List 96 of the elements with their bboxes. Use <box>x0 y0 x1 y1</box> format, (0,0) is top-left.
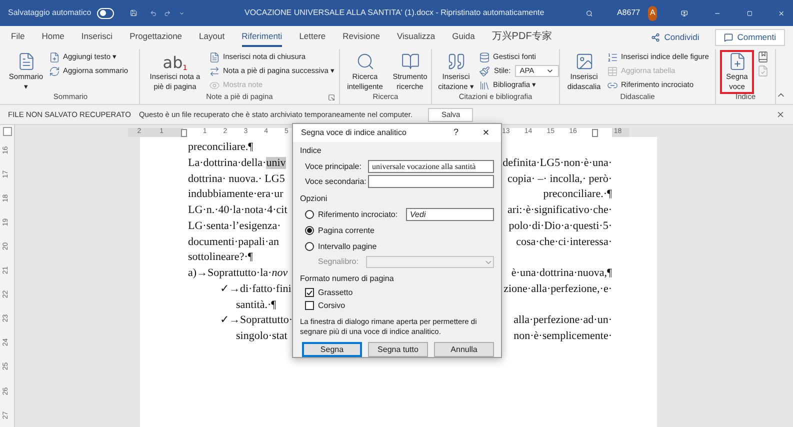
radio-button[interactable] <box>305 226 314 235</box>
document-text: è·una·dottrina·nuova,¶ <box>511 266 612 281</box>
user-name: A8677 <box>616 7 640 19</box>
document-text: santità.·¶ <box>236 298 276 312</box>
books-icon <box>479 80 490 90</box>
document-text: copia· –· incolla,· però· <box>508 172 612 186</box>
document-text: a)→Soprattutto·la·nov <box>188 266 288 281</box>
checkbox[interactable] <box>305 301 314 310</box>
section-label: Indice <box>300 145 322 157</box>
option-label: Corsivo <box>318 300 346 312</box>
document-text: indubbiamente·era·ur <box>188 187 284 202</box>
ribbon-tab[interactable]: Progettazione <box>130 28 182 46</box>
search-icon[interactable] <box>586 8 593 18</box>
dialog-title: Segna voce di indice analitico <box>301 127 408 139</box>
cross-reference-field[interactable]: Vedi <box>406 208 494 221</box>
field-label: Voce principale: <box>305 160 362 172</box>
ribbon-icon-button[interactable] <box>757 50 769 64</box>
ribbon-tab[interactable]: Visualizza <box>396 28 436 46</box>
brush-icon <box>479 66 490 76</box>
document-text: alla·perfezione·ad·un· <box>514 313 612 328</box>
field-label: Voce secondaria: <box>305 176 368 188</box>
ribbon-tab[interactable]: Layout <box>199 28 225 46</box>
dialog-button[interactable]: Segna <box>302 342 362 357</box>
bookmark-icon <box>757 51 769 63</box>
add-page-icon <box>728 52 746 71</box>
document-icon <box>209 52 220 62</box>
document-text: zione·alla·perfezione,·e· <box>504 282 612 297</box>
comments-button[interactable]: Commenti <box>715 28 785 46</box>
chevron-icon <box>546 67 554 75</box>
section-label: Formato numero di pagina <box>300 273 395 285</box>
maximize-icon[interactable] <box>746 8 752 18</box>
share-button[interactable]: Condividi <box>643 29 708 45</box>
page-check-icon <box>757 65 769 77</box>
document-text: ari:·è·significativo·che· <box>508 203 612 218</box>
dialog-button[interactable]: Annulla <box>434 342 494 357</box>
document-text: preconciliare.·¶ <box>543 187 612 202</box>
add-page-icon <box>49 52 60 62</box>
document-text: dottrina· nuova.· LG5 <box>188 172 285 186</box>
option-label: Riferimento incrociato: <box>318 208 399 220</box>
radio-button[interactable] <box>305 242 314 251</box>
close-button[interactable]: × <box>479 124 493 142</box>
field-label: Segnalibro: <box>318 256 360 268</box>
search-icon <box>356 52 374 71</box>
ribbon-tab[interactable]: File <box>11 28 25 46</box>
close-icon[interactable] <box>776 110 785 119</box>
document-text: definita·LG5·non·è·una· <box>502 156 612 171</box>
list-icon <box>607 52 618 62</box>
ribbon-tab[interactable]: Revisione <box>342 28 380 46</box>
ribbon-display-icon[interactable] <box>681 8 688 18</box>
dialog-button[interactable]: Segna tutto <box>368 342 428 357</box>
main-entry-field[interactable]: universale vocazione alla santità <box>368 160 494 173</box>
refresh-icon <box>49 66 60 76</box>
book-icon <box>400 52 420 71</box>
ribbon-tab[interactable]: Inserisci <box>81 28 113 46</box>
document-text: preconciliare.¶ <box>188 140 254 155</box>
share-icon <box>651 32 660 42</box>
database-icon <box>479 52 490 62</box>
document-text: non·è·semplicemente· <box>514 329 612 344</box>
arrows-icon <box>209 66 220 76</box>
document-text: ✓→Soprattutto· <box>220 313 293 328</box>
document-text: sottolineare?·¶ <box>188 250 253 266</box>
indent-marker-icon[interactable] <box>180 128 187 136</box>
option-label: Intervallo pagine <box>318 240 378 252</box>
ribbon-tab[interactable]: Guida <box>452 28 475 46</box>
comment-icon <box>724 32 734 42</box>
tab-selector-icon[interactable] <box>2 127 12 136</box>
ribbon-tab[interactable]: Lettere <box>299 28 326 46</box>
quote-icon <box>446 52 466 71</box>
document-text: singolo·stat <box>236 329 288 344</box>
document-text: cosa·che·ci·interessa· <box>516 234 612 250</box>
table-icon <box>607 66 618 76</box>
ribbon-tab[interactable]: Home <box>42 28 64 46</box>
user-avatar[interactable]: A <box>648 6 658 20</box>
sub-entry-field[interactable] <box>368 175 494 188</box>
indent-marker-icon[interactable] <box>592 128 598 136</box>
ribbon-tab[interactable]: 万兴PDF专家 <box>492 28 552 46</box>
document-text: ✓→di·fatto·fini <box>220 282 292 297</box>
option-label: Pagina corrente <box>318 224 376 236</box>
document-text: LG·senta·l’esigenza· <box>188 218 281 234</box>
document-text: LG·n.·40·la·nota·4·cit <box>188 203 288 218</box>
image-icon <box>574 52 594 71</box>
dialog-launcher-icon[interactable] <box>328 94 335 100</box>
save-icon[interactable] <box>130 7 138 19</box>
window-title: VOCAZIONE UNIVERSALE ALLA SANTITA' (1).docx - Ripristinato automaticamente <box>244 7 544 19</box>
option-label: Grassetto <box>318 286 353 298</box>
document-text: documenti·papali·an <box>188 234 280 250</box>
eye-icon <box>209 80 220 90</box>
document-text: polo·di·Dio·a·questi·5· <box>508 218 612 234</box>
help-button[interactable]: ? <box>449 126 463 140</box>
radio-button[interactable] <box>305 210 314 219</box>
autosave-toggle[interactable] <box>97 8 114 18</box>
document-icon <box>16 52 36 71</box>
document-text: La·dottrina·della·univ <box>188 156 286 171</box>
autosave-label: Salvataggio automatico <box>8 7 92 19</box>
checkbox[interactable] <box>305 288 314 297</box>
section-label: Opzioni <box>300 193 328 205</box>
